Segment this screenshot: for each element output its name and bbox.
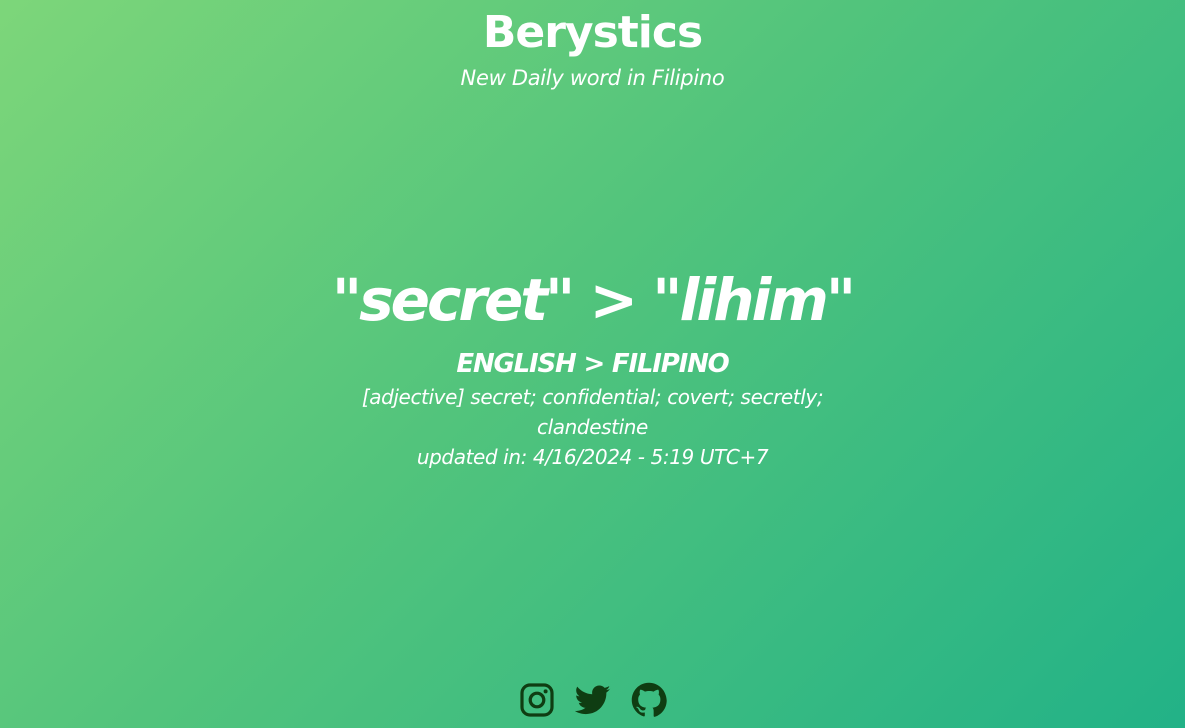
language-pair: ENGLISH > FILIPINO (456, 349, 729, 379)
site-header: Berystics New Daily word in Filipino (0, 6, 1185, 92)
daily-word-card: "secret" > "lihim" ENGLISH > FILIPINO [a… (0, 262, 1185, 472)
twitter-link[interactable] (574, 682, 611, 718)
github-icon (631, 682, 667, 717)
word-definition: [adjective] secret; confidential; covert… (361, 385, 824, 439)
instagram-link[interactable] (519, 682, 555, 718)
site-title: Berystics (482, 7, 703, 58)
site-subtitle: New Daily word in Filipino (460, 66, 725, 90)
instagram-icon (519, 683, 554, 717)
github-link[interactable] (631, 682, 667, 718)
social-links (0, 682, 1185, 718)
updated-timestamp: updated in: 4/16/2024 - 5:19 UTC+7 (416, 445, 769, 469)
word-translation: "secret" > "lihim" (331, 266, 856, 334)
twitter-icon (574, 685, 610, 715)
